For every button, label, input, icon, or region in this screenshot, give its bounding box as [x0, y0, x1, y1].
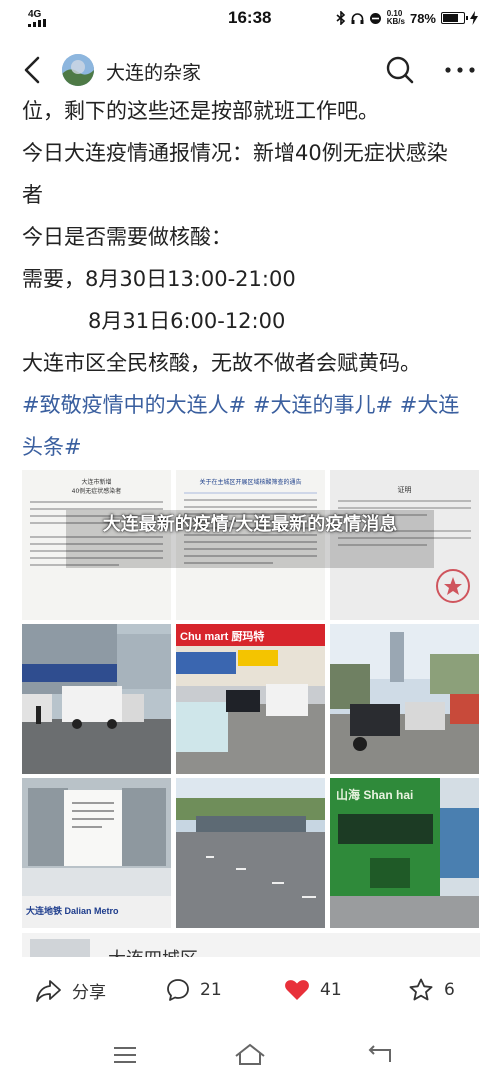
- share-label: 分享: [72, 983, 106, 1003]
- search-button[interactable]: [384, 54, 416, 86]
- image-chumart-store[interactable]: Chu mart 厨玛特: [176, 624, 325, 774]
- action-bar: 分享 21 41 6: [0, 962, 500, 1022]
- network-speed: 0.10 KB/s: [387, 10, 405, 26]
- doc-title: 大连市新增 40例无症状感染者: [71, 479, 122, 495]
- account-name[interactable]: 大连的杂家: [106, 58, 201, 85]
- bus-station-photo: [176, 778, 325, 928]
- search-icon: [386, 56, 414, 84]
- post-line: 位，剩下的这些还是按部就班工作吧。: [22, 99, 379, 123]
- share-icon: [36, 979, 61, 1002]
- street-crowd-photo: [330, 624, 479, 774]
- comment-count: 21: [200, 980, 222, 1000]
- system-nav-bar: [0, 1030, 500, 1083]
- image-street-trucks[interactable]: [22, 624, 171, 774]
- hashtag-line[interactable]: #致敬疫情中的大连人# #大连的事儿# #大连: [22, 384, 484, 426]
- next-post-preview[interactable]: 大连四城区: [22, 933, 480, 957]
- image-street-crowd[interactable]: [330, 624, 479, 774]
- like-count: 41: [320, 980, 342, 1000]
- comment-button[interactable]: 21: [166, 978, 222, 1002]
- battery-percent: 78%: [409, 10, 436, 26]
- doc-title: 证明: [397, 486, 412, 494]
- doc-title: 关于在主城区开展区域核酸筛查的通告: [199, 479, 302, 486]
- preview-thumbnail: [30, 939, 90, 957]
- back-chevron-icon: [24, 56, 40, 84]
- menu-icon: [114, 1047, 136, 1063]
- nav-menu-button[interactable]: [110, 1042, 140, 1068]
- status-icons: 0.10 KB/s 78%: [336, 10, 478, 26]
- back-button[interactable]: [18, 54, 50, 86]
- metro-sign: 大连地铁 Dalian Metro: [26, 906, 119, 916]
- post-line: 今日大连疫情通报情况：新增40例无症状感染: [22, 141, 448, 165]
- comment-icon: [167, 979, 189, 1001]
- post-line: 8月31日6:00-12:00: [88, 309, 286, 333]
- post-body: 位，剩下的这些还是按部就班工作吧。 今日大连疫情通报情况：新增40例无症状感染 …: [22, 90, 484, 468]
- share-button[interactable]: 分享: [36, 978, 106, 1003]
- post-header: 大连的杂家: [0, 48, 500, 94]
- preview-title: 大连四城区: [108, 945, 198, 957]
- speed-unit: KB/s: [386, 17, 405, 26]
- red-seal-stamp: [436, 569, 470, 603]
- headphones-icon: [351, 12, 364, 24]
- image-bus-station[interactable]: [176, 778, 325, 928]
- dnd-icon: [369, 12, 381, 24]
- home-icon: [235, 1043, 265, 1065]
- post-line: 大连市区全民核酸，无故不做者会赋黄码。: [22, 351, 421, 375]
- bluetooth-icon: [336, 11, 345, 25]
- post-line: 需要，8月30日13:00-21:00: [22, 267, 296, 291]
- overlay-title: 大连最新的疫情/大连最新的疫情消息: [102, 514, 398, 535]
- favorite-count: 6: [444, 980, 455, 1000]
- signal-bars-icon: [28, 19, 46, 27]
- image-metro-station[interactable]: 大连地铁 Dalian Metro: [22, 778, 171, 928]
- status-time: 16:38: [228, 8, 272, 27]
- street-photo: [22, 624, 171, 774]
- post-line: 者: [22, 183, 43, 207]
- battery-fill: [443, 14, 458, 22]
- avatar[interactable]: [62, 54, 94, 86]
- nav-home-button[interactable]: [234, 1042, 265, 1068]
- favorite-button[interactable]: 6: [408, 978, 455, 1002]
- bus-sign: 山海 Shan hai: [336, 788, 414, 802]
- more-button[interactable]: [440, 56, 480, 84]
- image-green-bus[interactable]: 山海 Shan hai: [330, 778, 479, 928]
- hashtag-line[interactable]: 头条#: [22, 426, 484, 468]
- nav-back-icon: [368, 1045, 391, 1062]
- avatar-image: [62, 54, 94, 86]
- signal-indicator: 4G: [28, 10, 50, 29]
- heart-icon: [285, 980, 309, 1000]
- more-dots-icon: [445, 67, 475, 73]
- like-button[interactable]: 41: [284, 978, 342, 1002]
- battery-icon: [441, 12, 468, 24]
- charging-icon: [470, 11, 478, 25]
- nav-back-button[interactable]: [364, 1042, 394, 1068]
- store-sign: Chu mart 厨玛特: [180, 631, 265, 643]
- star-icon: [409, 978, 433, 1001]
- post-line: 今日是否需要做核酸：: [22, 225, 232, 249]
- status-bar: 4G 16:38 0.10 KB/s 78%: [0, 0, 500, 38]
- store-photo: [176, 624, 325, 774]
